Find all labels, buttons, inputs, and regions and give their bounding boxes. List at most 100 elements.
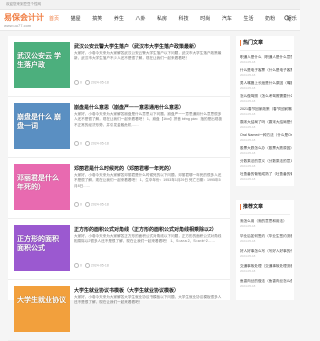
recommended-article-date: 2024-05-18 bbox=[240, 238, 256, 243]
article-meta: 0 2024-05-18 bbox=[74, 263, 224, 268]
article-excerpt: 大家好，小卷今天来为大家解答大学生就业协议书模板以下问题，大学生就业协议模板很多… bbox=[74, 295, 222, 305]
article-title[interactable]: 崩盘是什么意思（崩盘严一一意思通用什么意思） bbox=[74, 104, 224, 111]
article-date: 2024-05-18 bbox=[90, 80, 109, 85]
views-icon bbox=[74, 80, 79, 85]
article-excerpt: 大家好，小卷今天来为大家解答武汉公安云警大学生落户以下问题，武汉市大学生落户政策… bbox=[74, 51, 222, 61]
nav-item[interactable]: 科技 bbox=[179, 15, 189, 25]
hot-article-date: 2024-05-18 bbox=[240, 163, 256, 168]
recommended-article-item[interactable]: 鱼香肉丝的做法（鱼香肉丝怎么做） 2024-05-18 bbox=[240, 279, 292, 288]
hot-article-item[interactable]: 霸宋大结局了吗（霸宋大结局是什么） 2024-05-18 bbox=[240, 120, 292, 129]
recommended-articles-title: 推荐文章 bbox=[240, 204, 263, 210]
article-title[interactable]: 大学生就业协议书模板（大学生就业协议模板） bbox=[74, 287, 224, 294]
article-item[interactable]: 邓丽君是什么 年死的） 邓丽君是什么时候死的（邓丽君哪一年死的） 大家好，小卷今… bbox=[8, 158, 230, 219]
nav-item[interactable]: 奶粉 bbox=[265, 15, 275, 25]
hot-article-date: 2024-05-18 bbox=[240, 150, 256, 155]
article-thumbnail[interactable]: 正方形的面积 面积公式 bbox=[14, 225, 70, 271]
article-views: 0 bbox=[80, 263, 82, 268]
article-list: 武汉公安云 学生落户政 武汉公安云警大学生落户（武汉市大学生落户政策最新） 大家… bbox=[8, 36, 230, 341]
top-bar: 欢迎您来到豆豆个性网 bbox=[0, 0, 300, 10]
recommended-article-date: 2024-05-18 bbox=[240, 268, 256, 273]
article-meta: 0 2024-05-18 bbox=[74, 202, 224, 207]
nav-item[interactable]: 私房 bbox=[157, 15, 167, 25]
nav-item[interactable]: 生活 bbox=[243, 15, 253, 25]
nav-item[interactable]: 养生 bbox=[114, 15, 124, 25]
article-meta: 0 2024-05-18 bbox=[74, 141, 224, 146]
article-item[interactable]: 武汉公安云 学生落户政 武汉公安云警大学生落户（武汉市大学生落户政策最新） 大家… bbox=[8, 36, 230, 97]
hot-article-date: 2024-05-18 bbox=[240, 59, 256, 64]
views-icon bbox=[74, 263, 79, 268]
article-date: 2024-05-18 bbox=[90, 141, 109, 146]
divider bbox=[240, 50, 290, 51]
hot-articles-box: 热门文章 职通人是什么（职通人是什么意思） 2024-05-18 什么是电子客票… bbox=[236, 36, 294, 186]
logo-title: 易保会计计 bbox=[4, 13, 44, 22]
hot-article-item[interactable]: 怎么做驾照（怎么考驾照需要什么条件） 2024-05-18 bbox=[240, 94, 292, 103]
views-icon bbox=[74, 141, 79, 146]
article-excerpt: 大家好，小卷今天来为大家解答正方形的面积公式对角线以下问题，正方形的面积公式对角… bbox=[74, 234, 222, 244]
nav-item[interactable]: 时尚 bbox=[200, 15, 210, 25]
recommended-article-date: 2024-05-18 bbox=[240, 253, 256, 258]
hot-article-item[interactable]: 男人嘴唇上长痘是什么原因（嘴唇周围长痘） 2024-05-18 bbox=[240, 81, 292, 90]
article-date: 2024-05-18 bbox=[90, 202, 109, 207]
hot-article-date: 2024-05-18 bbox=[240, 72, 256, 77]
hot-article-date: 2024-05-18 bbox=[240, 85, 256, 90]
article-views: 0 bbox=[80, 141, 82, 146]
nav-item-home[interactable]: 首页 bbox=[49, 15, 59, 25]
hot-article-date: 2024-05-18 bbox=[240, 176, 256, 181]
hot-article-item[interactable]: 什么是电子客票（什么是电子客票行程单） 2024-05-18 bbox=[240, 68, 292, 77]
main-nav: 首页 猫屋 搞笑 养生 八卦 私房 科技 时尚 汽车 生活 奶粉 娱乐 bbox=[49, 15, 308, 25]
hot-article-date: 2024-05-18 bbox=[240, 111, 256, 116]
clock-icon bbox=[84, 263, 90, 268]
article-title[interactable]: 正方形的面积公式对角线（正方形的面积公式对角线相乘除以2） bbox=[74, 226, 224, 233]
hot-article-date: 2024-05-18 bbox=[240, 137, 256, 142]
thumbnail-text: 大学生就业协议 bbox=[17, 297, 66, 304]
thumbnail-text: 邓丽君是什么 年死的） bbox=[17, 175, 59, 191]
hot-article-date: 2024-05-18 bbox=[240, 124, 256, 129]
clock-icon bbox=[84, 202, 90, 207]
thumbnail-text: 崩盘是什么 崩盘一词 bbox=[17, 114, 61, 130]
article-meta: 0 2024-05-18 bbox=[74, 80, 224, 85]
hot-article-item[interactable]: Oral Named一种方法（什么是Oral） 2024-05-18 bbox=[240, 133, 292, 142]
recommended-article-item[interactable]: 交通事故处理（交通事故处理流程） 2024-05-18 bbox=[240, 264, 292, 273]
recommended-article-item[interactable]: 毕业后如何签约（毕业生签约流程） 2024-05-18 bbox=[240, 234, 292, 243]
recommended-article-date: 2024-05-18 bbox=[240, 283, 256, 288]
site-header: 易保会计计 www.uu77.com 首页 猫屋 搞笑 养生 八卦 私房 科技 … bbox=[0, 10, 300, 31]
article-thumbnail[interactable]: 崩盘是什么 崩盘一词 bbox=[14, 103, 70, 149]
article-views: 0 bbox=[80, 80, 82, 85]
clock-icon bbox=[84, 141, 90, 146]
hot-articles-title: 热门文章 bbox=[240, 40, 263, 46]
article-title[interactable]: 邓丽君是什么时候死的（邓丽君哪一年死的） bbox=[74, 165, 224, 172]
nav-item[interactable]: 猫屋 bbox=[71, 15, 81, 25]
nav-item[interactable]: 汽车 bbox=[222, 15, 232, 25]
article-thumbnail[interactable]: 大学生就业协议 bbox=[14, 286, 70, 332]
hot-article-item[interactable]: 职通人是什么（职通人是什么意思） 2024-05-18 bbox=[240, 55, 292, 64]
hot-article-item[interactable]: 2021春节回家政策（春节回家隔离政策） 2024-05-18 bbox=[240, 107, 292, 116]
divider bbox=[240, 214, 290, 215]
clock-icon bbox=[84, 80, 90, 85]
hot-article-item[interactable]: 股票大跌怎么办（股票大跌原因） 2024-05-18 bbox=[240, 146, 292, 155]
site-logo[interactable]: 易保会计计 www.uu77.com bbox=[4, 11, 44, 29]
article-excerpt: 大家好，小卷今天来为大家解答邓丽君是什么时候死的以下问题，邓丽君哪一年死的很多人… bbox=[74, 173, 222, 188]
recommended-article-date: 2024-05-18 bbox=[240, 223, 256, 228]
nav-item[interactable]: 搞笑 bbox=[92, 15, 102, 25]
article-item[interactable]: 正方形的面积 面积公式 正方形的面积公式对角线（正方形的面积公式对角线相乘除以2… bbox=[8, 219, 230, 280]
thumbnail-text: 武汉公安云 学生落户政 bbox=[17, 53, 61, 69]
views-icon bbox=[74, 202, 79, 207]
article-thumbnail[interactable]: 武汉公安云 学生落户政 bbox=[14, 42, 70, 88]
search-icon[interactable] bbox=[284, 15, 291, 22]
article-excerpt: 大家好，小卷今天来为大家解答崩盘是什么意思以下问题，崩盘严一一意思通用什么意思很… bbox=[74, 112, 222, 127]
article-item[interactable]: 崩盘是什么 崩盘一词 崩盘是什么意思（崩盘严一一意思通用什么意思） 大家好，小卷… bbox=[8, 97, 230, 158]
welcome-text: 欢迎您来到豆豆个性网 bbox=[6, 2, 41, 6]
article-views: 0 bbox=[80, 202, 82, 207]
recommended-articles-box: 推荐文章 渐怎么用（渐的意思和用法） 2024-05-18 毕业后如何签约（毕业… bbox=[236, 200, 294, 300]
nav-item[interactable]: 八卦 bbox=[135, 15, 145, 25]
logo-url: www.uu77.com bbox=[4, 23, 32, 28]
article-date: 2024-05-18 bbox=[90, 263, 109, 268]
hot-article-item[interactable]: 分数乘法的意义（分数乘法的意义是什么） 2024-05-18 bbox=[240, 159, 292, 168]
recommended-article-item[interactable]: 好人好事怎么写（写好人好事的作文） 2024-05-18 bbox=[240, 249, 292, 258]
article-title[interactable]: 武汉公安云警大学生落户（武汉市大学生落户政策最新） bbox=[74, 43, 224, 50]
article-item[interactable]: 大学生就业协议 大学生就业协议书模板（大学生就业协议模板） 大家好，小卷今天来为… bbox=[8, 280, 230, 341]
hot-article-item[interactable]: 吐鲁番的葡萄成熟了（吐鲁番的葡萄） 2024-05-18 bbox=[240, 172, 292, 181]
hot-article-date: 2024-05-18 bbox=[240, 98, 256, 103]
article-thumbnail[interactable]: 邓丽君是什么 年死的） bbox=[14, 164, 70, 210]
recommended-article-item[interactable]: 渐怎么用（渐的意思和用法） 2024-05-18 bbox=[240, 219, 292, 228]
